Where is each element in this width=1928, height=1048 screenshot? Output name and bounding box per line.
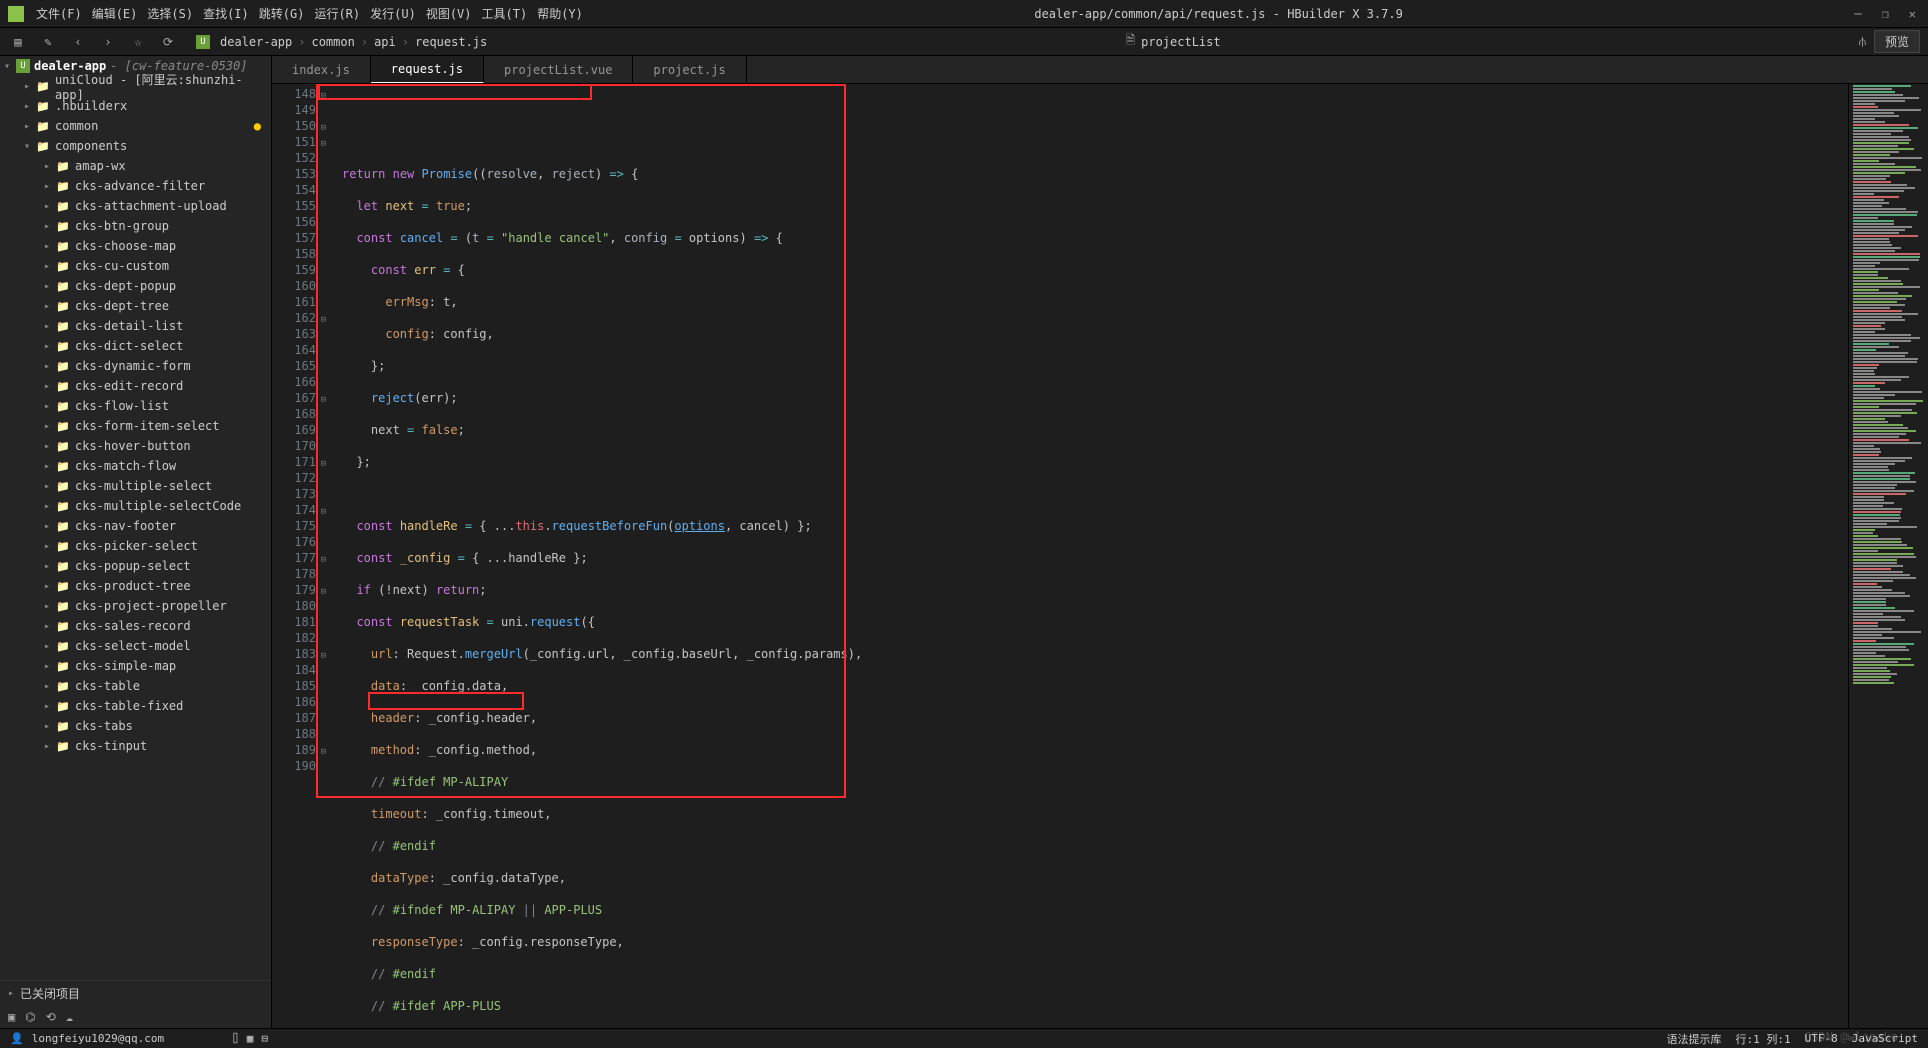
tree-item[interactable]: ▸cks-detail-list [0,316,271,336]
tab-project[interactable]: project.js [633,56,746,83]
line-numbers: 148⊟149150⊟151⊟1521531541551561571581591… [272,84,324,1028]
terminal-icon[interactable]: ⌷ [232,1032,239,1045]
tree-item[interactable]: ▸cks-product-tree [0,576,271,596]
menu-select[interactable]: 选择(S) [143,3,197,24]
minimize-icon[interactable]: ─ [1850,7,1865,21]
tree-item[interactable]: ▸uniCloud - [阿里云:shunzhi-app] [0,76,271,96]
menu-release[interactable]: 发行(U) [366,3,420,24]
nav-back-icon[interactable]: ‹ [68,32,88,52]
project-list-label[interactable]: projectList [1141,35,1220,49]
tree-item[interactable]: ▸cks-sales-record [0,616,271,636]
sync-icon[interactable]: ⟲ [46,1010,56,1024]
tree-item[interactable]: ▸cks-flow-list [0,396,271,416]
tree-item[interactable]: ▸cks-dict-select [0,336,271,356]
breadcrumb-project[interactable]: dealer-app [220,35,292,49]
tree-item[interactable]: ▸cks-nav-footer [0,516,271,536]
file-explorer[interactable]: ▾ U dealer-app - [cw-feature-0530] ▸uniC… [0,56,272,1028]
breadcrumb-file[interactable]: request.js [415,35,487,49]
tree-item[interactable]: ▸cks-dept-tree [0,296,271,316]
user-icon: 👤 [10,1032,24,1045]
tree-item[interactable]: ▸cks-choose-map [0,236,271,256]
tree-item[interactable]: ▸cks-project-propeller [0,596,271,616]
tab-projectlist[interactable]: projectList.vue [484,56,633,83]
project-icon: U [16,59,30,73]
nav-forward-icon[interactable]: › [98,32,118,52]
tree-item[interactable]: ▸cks-edit-record [0,376,271,396]
statusbar: 👤 longfeiyu1029@qq.com ⌷ ▦ ⊟ 语法提示库 行:1 列… [0,1028,1928,1048]
tree-item[interactable]: ▸cks-btn-group [0,216,271,236]
app-logo [8,6,24,22]
menu-tools[interactable]: 工具(T) [478,3,532,24]
toolbar: ▤ ✎ ‹ › ☆ ⟳ U dealer-app › common › api … [0,28,1928,56]
editor-tabs[interactable]: index.js request.js projectList.vue proj… [272,56,1928,84]
favorite-icon[interactable]: ☆ [128,32,148,52]
breadcrumb: U dealer-app › common › api › request.js [196,35,487,49]
watermark: CSDN @wlonako [1804,1030,1898,1044]
tree-item[interactable]: ▸cks-match-flow [0,456,271,476]
tab-request[interactable]: request.js [371,56,484,83]
tree-item[interactable]: ▸cks-dynamic-form [0,356,271,376]
tree-item[interactable]: ▸cks-attachment-upload [0,196,271,216]
menu-run[interactable]: 运行(R) [310,3,364,24]
syntax-hint[interactable]: 语法提示库 [1667,1031,1722,1047]
breadcrumb-folder2[interactable]: api [374,35,396,49]
preview-button[interactable]: 预览 [1874,30,1920,53]
menu-help[interactable]: 帮助(Y) [533,3,587,24]
cursor-position[interactable]: 行:1 列:1 [1736,1031,1791,1047]
new-file-icon[interactable]: ✎ [38,32,58,52]
minimap[interactable] [1848,84,1928,1028]
menu-find[interactable]: 查找(I) [199,3,253,24]
output-icon[interactable]: ▦ [247,1032,254,1045]
menu-file[interactable]: 文件(F) [32,3,86,24]
main-menu[interactable]: 文件(F) 编辑(E) 选择(S) 查找(I) 跳转(G) 运行(R) 发行(U… [32,3,587,24]
menu-goto[interactable]: 跳转(G) [255,3,309,24]
tree-item[interactable]: ▸cks-form-item-select [0,416,271,436]
cloud-icon[interactable]: ☁ [66,1010,73,1024]
tree-item[interactable]: ▸cks-simple-map [0,656,271,676]
new-icon[interactable]: ▣ [8,1010,15,1024]
tree-item[interactable]: ▸common● [0,116,271,136]
tree-item[interactable]: ▸cks-advance-filter [0,176,271,196]
tab-index[interactable]: index.js [272,56,371,83]
tree-item[interactable]: ▸cks-table [0,676,271,696]
menu-view[interactable]: 视图(V) [422,3,476,24]
tree-item[interactable]: ▸cks-picker-select [0,536,271,556]
tree-item[interactable]: ▸cks-cu-custom [0,256,271,276]
tree-item[interactable]: ▸cks-popup-select [0,556,271,576]
code-content[interactable]: return new Promise((resolve, reject) => … [324,84,1848,1028]
breadcrumb-folder1[interactable]: common [311,35,354,49]
menu-edit[interactable]: 编辑(E) [88,3,142,24]
code-editor[interactable]: 148⊟149150⊟151⊟1521531541551561571581591… [272,84,1928,1028]
project-icon: U [196,35,210,49]
tree-item[interactable]: ▸cks-hover-button [0,436,271,456]
tree-item[interactable]: ▸cks-multiple-selectCode [0,496,271,516]
sidebar-toggle-icon[interactable]: ▤ [8,32,28,52]
tree-item[interactable]: ▸cks-tinput [0,736,271,756]
settings-icon[interactable]: ⌬ [25,1010,35,1024]
highlight-box-reject [368,692,524,710]
user-account[interactable]: longfeiyu1029@qq.com [32,1032,164,1045]
filter-icon[interactable]: ⫛ [1859,34,1866,49]
close-icon[interactable]: ✕ [1905,7,1920,21]
tree-item[interactable]: ▸cks-select-model [0,636,271,656]
titlebar: 文件(F) 编辑(E) 选择(S) 查找(I) 跳转(G) 运行(R) 发行(U… [0,0,1928,28]
refresh-icon[interactable]: ⟳ [158,32,178,52]
closed-projects[interactable]: ▸ 已关闭项目 [0,981,271,1006]
tree-item[interactable]: ▸cks-tabs [0,716,271,736]
tree-item[interactable]: ▸amap-wx [0,156,271,176]
tree-item[interactable]: ▸cks-multiple-select [0,476,271,496]
document-icon: 🗎 [1125,31,1135,52]
window-title: dealer-app/common/api/request.js - HBuil… [587,7,1850,21]
problems-icon[interactable]: ⊟ [261,1032,268,1045]
tree-item[interactable]: ▸cks-dept-popup [0,276,271,296]
highlight-box-promise [318,84,592,100]
tree-item[interactable]: ▸cks-table-fixed [0,696,271,716]
maximize-icon[interactable]: ❐ [1878,7,1893,21]
tree-item[interactable]: ▾components [0,136,271,156]
